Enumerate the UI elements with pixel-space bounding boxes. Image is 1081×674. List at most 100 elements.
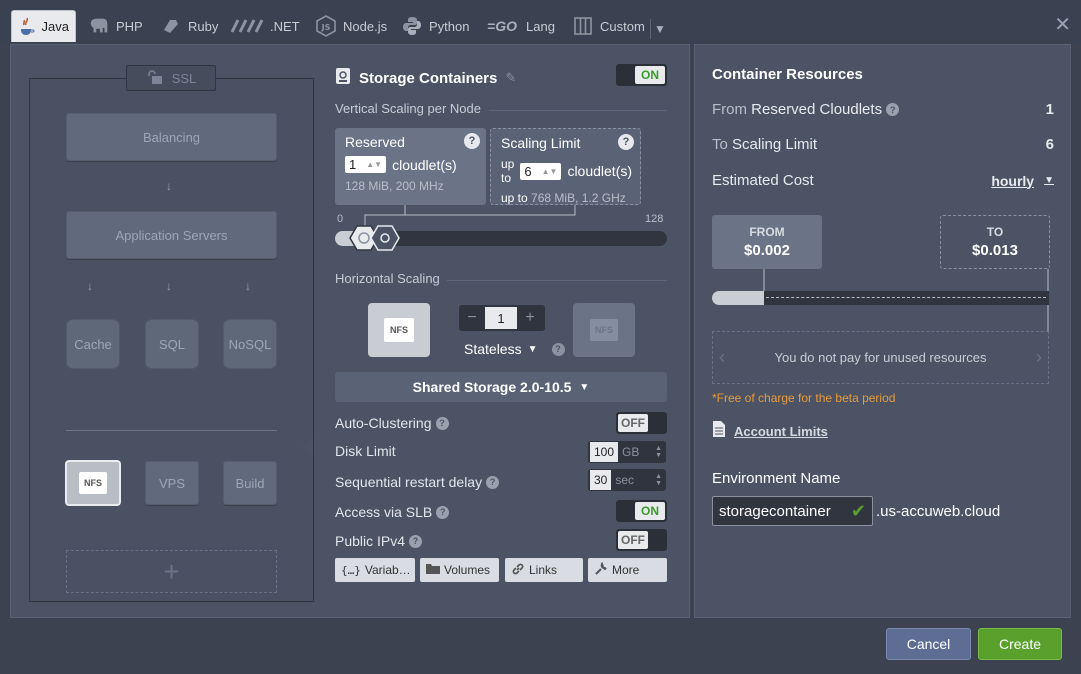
sql-node[interactable]: SQL: [145, 319, 199, 369]
cancel-button[interactable]: Cancel: [886, 628, 971, 660]
chevron-down-icon: ▼: [1044, 175, 1054, 186]
edit-pencil-icon[interactable]: ✎: [505, 70, 516, 86]
tab-dotnet[interactable]: .NET: [224, 10, 306, 42]
language-tabbar: Java PHP Ruby .NET JS Node.js Python =GO…: [0, 0, 1081, 44]
braces-icon: {…}: [341, 563, 361, 577]
help-icon[interactable]: ?: [436, 505, 450, 519]
nosql-node[interactable]: NoSQL: [223, 319, 277, 369]
increment-button[interactable]: +: [517, 309, 543, 327]
go-icon: =GO: [487, 18, 517, 34]
variables-button[interactable]: {…} Variab…: [335, 558, 415, 582]
svg-text:JS: JS: [321, 23, 331, 32]
checkmark-icon: ✔: [850, 500, 866, 521]
ipv4-row: Public IPv4?: [335, 533, 423, 549]
env-name-input[interactable]: storagecontainer ✔: [712, 496, 873, 526]
from-price-box: FROM $0.002: [712, 215, 822, 269]
ssl-label: SSL: [171, 70, 197, 86]
account-limits-link[interactable]: Account Limits: [712, 420, 828, 443]
restart-delay-input[interactable]: 30 sec ▲ ▼: [588, 469, 666, 491]
tab-divider: [650, 19, 651, 39]
selection-pointer: [301, 437, 313, 457]
help-icon[interactable]: ?: [886, 103, 900, 116]
help-icon[interactable]: ?: [551, 342, 565, 356]
balancing-node[interactable]: Balancing: [66, 113, 277, 161]
cost-period-dropdown[interactable]: hourly ▼: [991, 173, 1054, 189]
dialog-footer: Cancel Create: [0, 618, 1081, 674]
volumes-button[interactable]: Volumes: [420, 558, 499, 582]
scaling-mode-dropdown[interactable]: Stateless ▼ ?: [464, 341, 565, 357]
tab-custom[interactable]: Custom: [566, 10, 651, 42]
tab-label: Lang: [526, 18, 555, 34]
close-icon[interactable]: ✕: [1054, 12, 1071, 37]
slider-handles[interactable]: [349, 223, 401, 253]
help-icon[interactable]: ?: [486, 475, 500, 489]
tab-ruby[interactable]: Ruby: [154, 10, 224, 42]
chevron-left-icon[interactable]: ‹: [719, 347, 725, 368]
restart-delay-row: Sequential restart delay?: [335, 474, 500, 490]
promo-text: You do not pay for unused resources: [774, 350, 987, 365]
more-tabs-chevron-icon[interactable]: ▼: [654, 22, 666, 36]
nfs-add-node-icon[interactable]: NFS: [573, 303, 635, 357]
add-node-button[interactable]: +: [66, 550, 277, 593]
vps-node[interactable]: VPS: [145, 461, 199, 505]
scaling-limit-row: To Scaling Limit 6: [712, 136, 1054, 153]
scaling-limit-title: Scaling Limit: [501, 135, 581, 151]
cache-node[interactable]: Cache: [66, 319, 120, 369]
reserved-info: 128 MiB, 200 MHz: [345, 179, 444, 193]
tab-label: .NET: [270, 18, 300, 34]
slb-row: Access via SLB?: [335, 504, 450, 520]
tab-java[interactable]: Java: [11, 10, 76, 42]
tab-label: PHP: [116, 18, 143, 34]
ipv4-toggle[interactable]: OFF: [616, 529, 667, 551]
create-button[interactable]: Create: [978, 628, 1062, 660]
scaling-mode-value: Stateless: [464, 341, 522, 357]
reserved-cloudlets-value: 1: [1045, 101, 1054, 118]
disk-limit-input[interactable]: 100 GB ▲ ▼: [588, 441, 666, 463]
nfs-stack-icon[interactable]: NFS: [368, 303, 430, 357]
tab-label: Python: [429, 18, 470, 34]
slb-label: Access via SLB: [335, 504, 433, 520]
stepper-arrows-icon[interactable]: ▲ ▼: [655, 473, 662, 487]
node-count-stepper[interactable]: − 1 +: [459, 305, 545, 331]
resources-panel: Container Resources From Reserved Cloudl…: [694, 44, 1071, 618]
build-node[interactable]: Build: [223, 461, 277, 505]
beta-note: *Free of charge for the beta period: [712, 391, 896, 405]
tab-python[interactable]: Python: [395, 10, 475, 42]
tab-label: Custom: [600, 18, 645, 34]
stack-version-value: Shared Storage 2.0-10.5: [412, 379, 572, 395]
ssl-toggle[interactable]: SSL: [126, 65, 216, 91]
tab-lang[interactable]: =GO Lang: [478, 10, 561, 42]
arrow-down-icon: ↓: [245, 279, 251, 293]
help-icon[interactable]: ?: [409, 534, 423, 548]
node-enable-toggle[interactable]: ON: [616, 64, 667, 86]
help-icon[interactable]: ?: [435, 416, 449, 430]
reserved-cloudlets-input[interactable]: 1 ▲▼: [345, 156, 387, 173]
folder-icon: [426, 563, 440, 577]
tab-nodejs[interactable]: JS Node.js: [309, 10, 393, 42]
scaling-limit-input[interactable]: 6 ▲▼: [520, 162, 562, 180]
tab-php[interactable]: PHP: [82, 10, 149, 42]
topology-panel: SSL Balancing ↓ Application Servers ↓ ↓ …: [29, 65, 314, 602]
slb-toggle[interactable]: ON: [616, 500, 667, 522]
ipv4-label: Public IPv4: [335, 533, 406, 549]
configuration-panel: SSL Balancing ↓ Application Servers ↓ ↓ …: [10, 44, 690, 618]
decrement-button[interactable]: −: [459, 309, 485, 327]
links-button[interactable]: Links: [505, 558, 583, 582]
reserved-box: Reserved ? 1 ▲▼ cloudlet(s) 128 MiB, 200 …: [335, 128, 486, 205]
tab-label: Java: [41, 19, 69, 34]
chevron-right-icon[interactable]: ›: [1036, 347, 1042, 368]
help-icon[interactable]: ?: [618, 134, 634, 150]
nfs-node-selected[interactable]: NFS: [65, 460, 121, 506]
app-servers-node[interactable]: Application Servers: [66, 211, 277, 259]
up-to-label: up to: [501, 191, 528, 205]
scaling-limit-box: Scaling Limit ? up to 6 ▲▼ cloudlet(s) up…: [490, 128, 641, 205]
node-count-value[interactable]: 1: [485, 307, 517, 329]
help-icon[interactable]: ?: [464, 133, 480, 149]
toggle-label: ON: [635, 66, 665, 84]
auto-clustering-toggle[interactable]: OFF: [616, 412, 667, 434]
nodejs-icon: JS: [315, 15, 337, 37]
to-price-box: TO $0.013: [940, 215, 1050, 269]
stepper-arrows-icon[interactable]: ▲ ▼: [655, 445, 662, 459]
stack-version-dropdown[interactable]: Shared Storage 2.0-10.5 ▼: [335, 372, 667, 402]
more-button[interactable]: More: [588, 558, 667, 582]
